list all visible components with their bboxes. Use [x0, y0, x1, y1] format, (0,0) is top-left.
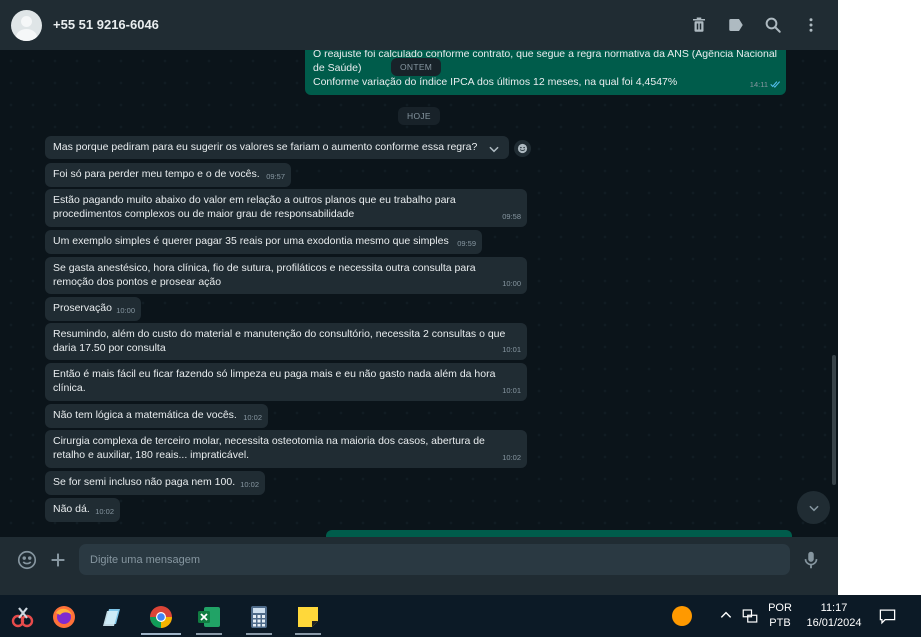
chat-messages-area[interactable]: O reajuste foi calculado conforme contra…: [0, 50, 838, 537]
incoming-message[interactable]: Então é mais fácil eu ficar fazendo só l…: [45, 363, 527, 401]
message-time: 10:02: [243, 413, 262, 422]
message-time: 10:00: [116, 306, 135, 315]
message-text: O reajuste foi calculado conforme contra…: [313, 50, 778, 60]
search-icon[interactable]: [764, 16, 782, 34]
clock-date: 16/01/2024: [806, 617, 862, 629]
status-orb-icon[interactable]: [672, 606, 692, 626]
date-chip-today: HOJE: [398, 107, 440, 125]
chevron-down-icon: [808, 505, 819, 511]
incoming-message[interactable]: Estão pagando muito abaixo do valor em r…: [45, 189, 527, 227]
message-text: de Saúde): [313, 62, 362, 74]
message-time: 10:02: [240, 480, 259, 489]
incoming-message[interactable]: Se gasta anestésico, hora clínica, fio d…: [45, 257, 527, 294]
emoji-icon[interactable]: [16, 549, 38, 571]
message-time: 10:02: [95, 507, 114, 516]
excel-icon[interactable]: [186, 598, 232, 635]
input-language[interactable]: POR PTB: [766, 601, 794, 631]
incoming-message[interactable]: Se for semi incluso não paga nem 100. 10…: [45, 471, 265, 495]
chat-scrollbar[interactable]: [832, 355, 836, 485]
notepad-icon[interactable]: [89, 598, 135, 635]
message-time: 10:00: [502, 279, 521, 288]
menu-icon[interactable]: [802, 16, 820, 34]
message-text: Um exemplo simples é querer pagar 35 rea…: [53, 235, 449, 247]
message-text: Conforme variação do índice IPCA dos últ…: [313, 76, 678, 88]
desktop-background: [838, 0, 921, 595]
contact-name[interactable]: +55 51 9216-6046: [53, 17, 159, 32]
chrome-icon[interactable]: [138, 598, 184, 635]
incoming-message[interactable]: Mas porque pediram para eu sugerir os va…: [45, 136, 509, 159]
message-options-chevron-icon[interactable]: [483, 140, 505, 158]
delete-icon[interactable]: [690, 16, 708, 34]
scroll-to-bottom-button[interactable]: [797, 491, 830, 524]
message-text: Foi só para perder meu tempo e o de você…: [53, 168, 260, 180]
incoming-message[interactable]: Proservação 10:00: [45, 297, 141, 321]
message-text: Se gasta anestésico, hora clínica, fio d…: [53, 262, 476, 288]
read-receipt-icon: [770, 78, 781, 92]
incoming-message[interactable]: Um exemplo simples é querer pagar 35 rea…: [45, 230, 482, 254]
message-time: 14:11: [749, 80, 768, 89]
incoming-message[interactable]: Resumindo, além do custo do material e m…: [45, 323, 527, 360]
calculator-icon[interactable]: [236, 598, 282, 635]
language-line-1: POR: [768, 602, 792, 614]
message-time: 09:57: [266, 172, 285, 181]
outgoing-message[interactable]: O reajuste foi calculado conforme contra…: [305, 50, 786, 95]
message-text: Se for semi incluso não paga nem 100.: [53, 476, 236, 488]
avatar-body: [16, 29, 37, 41]
message-text: Cirurgia complexa de terceiro molar, nec…: [53, 435, 485, 461]
attach-plus-icon[interactable]: [47, 549, 69, 571]
clock-time: 11:17: [820, 602, 848, 614]
label-icon[interactable]: [727, 16, 745, 34]
incoming-message[interactable]: Cirurgia complexa de terceiro molar, nec…: [45, 430, 527, 468]
system-clock[interactable]: 11:17 16/01/2024: [803, 601, 865, 631]
whatsapp-window: +55 51 9216-6046 O reajuste foi calculad…: [0, 0, 838, 595]
message-time: 09:58: [502, 212, 521, 221]
message-input[interactable]: [79, 544, 790, 575]
network-icon[interactable]: [741, 607, 759, 630]
message-text: Resumindo, além do custo do material e m…: [53, 328, 506, 354]
language-line-2: PTB: [769, 617, 791, 629]
microphone-icon[interactable]: [800, 549, 822, 571]
notification-icon[interactable]: [878, 607, 897, 631]
date-chip-yesterday: ONTEM: [391, 58, 442, 76]
message-text: Estão pagando muito abaixo do valor em r…: [53, 194, 456, 220]
avatar[interactable]: [11, 10, 42, 41]
snipping-tool-icon[interactable]: [0, 598, 46, 635]
message-composer: [0, 537, 838, 595]
sticky-notes-icon[interactable]: [285, 598, 331, 635]
incoming-message[interactable]: Não dá. 10:02: [45, 498, 120, 522]
chevron-up-icon[interactable]: [719, 608, 733, 627]
incoming-message[interactable]: Não tem lógica a matemática de vocês. 10…: [45, 404, 268, 428]
message-time: 10:02: [502, 453, 521, 462]
firefox-icon[interactable]: [41, 598, 87, 635]
message-time: 10:01: [502, 345, 521, 354]
message-text: Não tem lógica a matemática de vocês.: [53, 409, 237, 421]
message-time: 10:01: [502, 386, 521, 395]
windows-taskbar: POR PTB 11:17 16/01/2024: [0, 595, 921, 637]
incoming-message[interactable]: Foi só para perder meu tempo e o de você…: [45, 163, 291, 187]
message-text: Mas porque pediram para eu sugerir os va…: [53, 141, 478, 153]
message-time: 09:59: [457, 239, 476, 248]
chat-header: +55 51 9216-6046: [0, 0, 838, 50]
avatar-head: [21, 16, 32, 27]
emoji-reaction-icon[interactable]: [514, 140, 531, 157]
outgoing-message-partial[interactable]: [326, 530, 792, 537]
message-text: Então é mais fácil eu ficar fazendo só l…: [53, 368, 496, 394]
